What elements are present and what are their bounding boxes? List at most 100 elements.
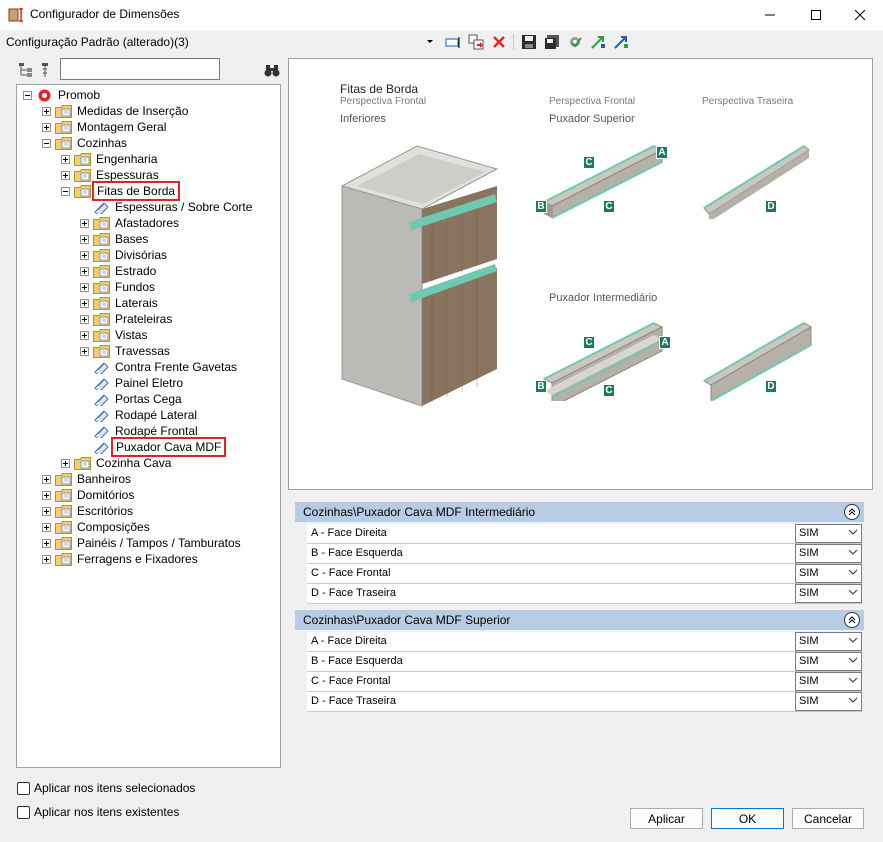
tree-item[interactable]: Espessuras / Sobre Corte [80, 199, 254, 215]
tree-item[interactable]: Medidas de Inserção [42, 103, 190, 119]
tree-item[interactable]: Afastadores [80, 215, 181, 231]
tree-item[interactable]: Estrado [80, 263, 158, 279]
tree-item[interactable]: Painel Eletro [80, 375, 185, 391]
apply-selected-checkbox[interactable] [17, 781, 30, 795]
tree-item[interactable]: Bases [80, 231, 150, 247]
expand-toggle-icon[interactable] [42, 554, 51, 564]
tree-item[interactable]: Cozinhas [42, 135, 129, 151]
section-header[interactable]: Cozinhas\Puxador Cava MDF Superior [295, 610, 864, 630]
chevron-down-icon [848, 529, 858, 535]
category-tree[interactable]: Promob Medidas de Inserção Montagem Geral C… [16, 84, 281, 768]
tree-item[interactable]: Engenharia [61, 151, 159, 167]
collapse-toggle-icon[interactable] [61, 186, 70, 196]
save-button[interactable] [519, 33, 538, 52]
apply-selected-option[interactable]: Aplicar nos itens selecionados [17, 781, 195, 795]
export-button[interactable] [611, 33, 630, 52]
validate-button[interactable] [565, 33, 584, 52]
folder-icon [55, 520, 72, 534]
tree-item[interactable]: Ferragens e Fixadores [42, 551, 200, 567]
tree-item[interactable]: Espessuras [61, 167, 161, 183]
minimize-button[interactable] [747, 0, 793, 30]
tree-item[interactable]: Fitas de Borda [61, 181, 181, 201]
expand-toggle-icon[interactable] [42, 538, 51, 548]
apply-existing-option[interactable]: Aplicar nos itens existentes [17, 805, 179, 819]
property-value-select[interactable]: SIM [795, 652, 862, 671]
expand-toggle-icon[interactable] [80, 314, 89, 324]
binoculars-icon [264, 64, 279, 76]
tree-item[interactable]: Rodapé Lateral [80, 407, 199, 423]
window-title: Configurador de Dimensões [30, 7, 180, 21]
tree-item[interactable]: Portas Cega [80, 391, 184, 407]
maximize-button[interactable] [793, 0, 839, 30]
section-collapse-button[interactable] [844, 504, 860, 520]
expand-toggle-icon[interactable] [80, 346, 89, 356]
expand-toggle-icon[interactable] [80, 218, 89, 228]
tree-item[interactable]: Fundos [80, 279, 157, 295]
tree-item[interactable]: Montagem Geral [42, 119, 168, 135]
config-dropdown-button[interactable] [420, 33, 439, 52]
expand-toggle-icon[interactable] [80, 250, 89, 260]
expand-toggle-icon[interactable] [80, 298, 89, 308]
expand-toggle-icon[interactable] [42, 506, 51, 516]
property-value-select[interactable]: SIM [795, 564, 862, 583]
expand-toggle-icon[interactable] [80, 330, 89, 340]
expand-toggle-icon[interactable] [80, 234, 89, 244]
property-value-select[interactable]: SIM [795, 692, 862, 711]
collapse-toggle-icon[interactable] [23, 90, 32, 100]
save-as-button[interactable] [542, 33, 561, 52]
property-value: SIM [799, 695, 819, 707]
property-name: C - Face Frontal [311, 567, 391, 579]
export-arrow-icon [613, 36, 628, 49]
property-value-select[interactable]: SIM [795, 544, 862, 563]
section-collapse-button[interactable] [844, 612, 860, 628]
apply-existing-checkbox[interactable] [17, 805, 30, 819]
toolbar-separator [513, 34, 514, 50]
tree-item[interactable]: Divisórias [80, 247, 169, 263]
expand-toggle-icon[interactable] [42, 122, 51, 132]
import-button[interactable] [588, 33, 607, 52]
property-value-select[interactable]: SIM [795, 584, 862, 603]
tree-item[interactable]: Promob [23, 87, 102, 103]
expand-toggle-icon[interactable] [61, 170, 70, 180]
property-value-select[interactable]: SIM [795, 632, 862, 651]
tree-item[interactable]: Travessas [80, 343, 172, 359]
tree-item-label: Medidas de Inserção [77, 104, 189, 118]
expand-toggle-icon[interactable] [61, 458, 70, 468]
collapse-all-button[interactable] [36, 60, 55, 79]
configuration-label: Configuração Padrão (alterado)(3) [6, 35, 189, 49]
property-row: D - Face Traseira SIM [307, 584, 862, 604]
collapse-toggle-icon[interactable] [42, 138, 51, 148]
expand-toggle-icon[interactable] [42, 474, 51, 484]
tree-item[interactable]: Banheiros [42, 471, 133, 487]
property-value-select[interactable]: SIM [795, 524, 862, 543]
copy-config-button[interactable] [466, 33, 485, 52]
apply-button[interactable]: Aplicar [630, 808, 703, 829]
tree-item[interactable]: Contra Frente Gavetas [80, 359, 239, 375]
tree-item[interactable]: Rodapé Frontal [80, 423, 200, 439]
tree-item[interactable]: Puxador Cava MDF [80, 437, 227, 457]
property-value-select[interactable]: SIM [795, 672, 862, 691]
expand-toggle-icon[interactable] [80, 282, 89, 292]
tree-item[interactable]: Laterais [80, 295, 160, 311]
tree-item[interactable]: Prateleiras [80, 311, 174, 327]
cancel-button[interactable]: Cancelar [792, 808, 864, 829]
tree-item[interactable]: Escritórios [42, 503, 135, 519]
close-button[interactable] [837, 0, 883, 30]
tree-item[interactable]: Cozinha Cava [61, 455, 173, 471]
search-input[interactable] [60, 58, 220, 80]
expand-toggle-icon[interactable] [42, 490, 51, 500]
expand-toggle-icon[interactable] [61, 154, 70, 164]
section-header[interactable]: Cozinhas\Puxador Cava MDF Intermediário [295, 502, 864, 522]
expand-all-button[interactable] [16, 60, 35, 79]
find-button[interactable] [262, 60, 281, 79]
expand-toggle-icon[interactable] [42, 522, 51, 532]
tree-item[interactable]: Vistas [80, 327, 149, 343]
expand-toggle-icon[interactable] [80, 266, 89, 276]
delete-config-button[interactable] [489, 33, 508, 52]
tree-item[interactable]: Domitórios [42, 487, 136, 503]
tree-item[interactable]: Painéis / Tampos / Tamburatos [42, 535, 243, 551]
expand-toggle-icon[interactable] [42, 106, 51, 116]
tree-item[interactable]: Composições [42, 519, 152, 535]
rename-button[interactable] [443, 33, 462, 52]
ok-button[interactable]: OK [711, 808, 784, 829]
